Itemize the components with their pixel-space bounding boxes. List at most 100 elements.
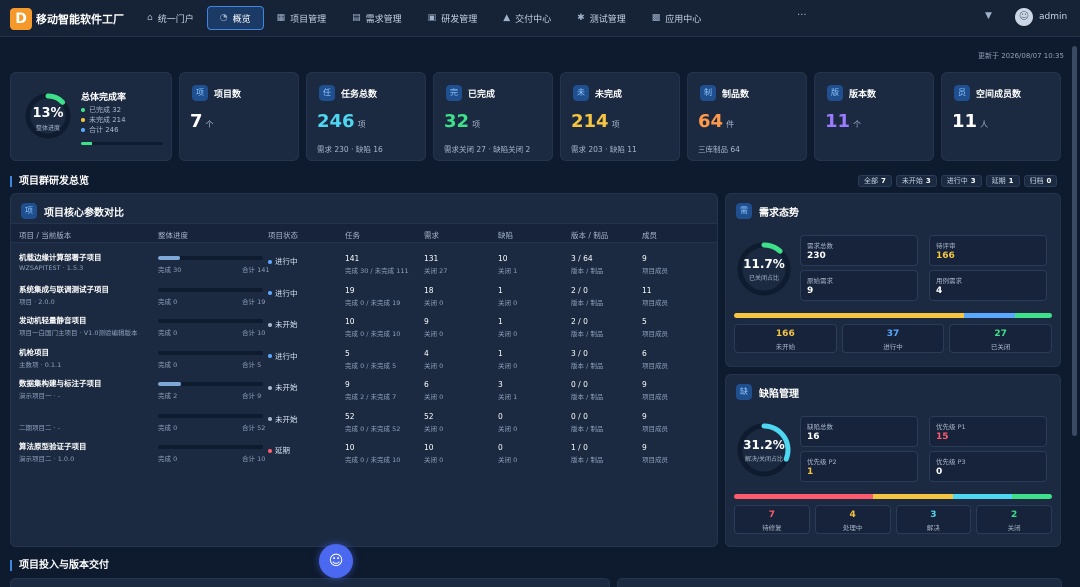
demand-percent: 11.7% bbox=[743, 257, 785, 271]
table-header-cell-3: 任务 bbox=[345, 231, 360, 240]
row-mem-sub: 项目成员 bbox=[642, 267, 668, 275]
nav-item-1[interactable]: ◔ 概览 bbox=[206, 6, 264, 30]
row-task-value: 19 bbox=[345, 285, 355, 295]
table-row[interactable]: 机载边缘计算部署子项目 WZSAPITEST · 1.5.3 完成 30 合计 141… bbox=[11, 247, 717, 278]
row-progress-bar bbox=[158, 350, 263, 355]
table-row[interactable]: 发动机轻量静音项目 项目一白国门主项目 · V1.0测验编辑版本 完成 0 合计 10… bbox=[11, 310, 717, 341]
stat-sub: 三库制品 64 bbox=[698, 145, 740, 154]
row-progress-bar bbox=[158, 319, 263, 323]
demand-bar-segment bbox=[963, 313, 1015, 318]
stat-badge-icon: 员 bbox=[954, 85, 970, 101]
status-dot-icon bbox=[268, 354, 272, 358]
filter-1[interactable]: 未开始 3 bbox=[895, 175, 937, 187]
project-name[interactable]: 数据集构建与标注子项目 bbox=[19, 378, 102, 389]
row-total-count: 合计 10 bbox=[242, 329, 266, 337]
row-progress-fill bbox=[158, 382, 182, 386]
more-nav-icon[interactable]: ··· bbox=[797, 10, 807, 21]
defect-panel-title: 缺缺陷管理 bbox=[736, 384, 799, 400]
table-header-cell-2: 项目状态 bbox=[268, 231, 298, 240]
stat-value: 214 bbox=[571, 111, 609, 132]
table-row[interactable]: 算法原型验证子项目 演示项目二 · 1.0.0 完成 0 合计 10 延期 10 完成 0 … bbox=[11, 436, 717, 467]
table-row[interactable]: 二期项目二 · - 完成 0 合计 52 未开始 52 完成 0 / 未完成 52 52 关闭… bbox=[11, 405, 717, 436]
demand-stat-label: 待评审 bbox=[936, 242, 956, 250]
page-scrollbar[interactable] bbox=[1072, 46, 1077, 436]
table-row[interactable]: 机枪项目 主数项 · 0.1.1 完成 0 合计 5 进行中 5 完成 0 / 未完成 5 4… bbox=[11, 342, 717, 373]
demand-stat-box-3: 用例需求 4 bbox=[929, 270, 1047, 301]
table-header-cell-0: 项目 / 当前版本 bbox=[19, 231, 72, 240]
defect-tile-value: 2 bbox=[1010, 510, 1018, 520]
nav-item-6[interactable]: ✱ 测试管理 bbox=[564, 6, 639, 30]
row-task-sub: 完成 30 / 未完成 111 bbox=[345, 267, 409, 275]
project-name[interactable]: 机枪项目 bbox=[19, 347, 49, 358]
row-done-count: 完成 0 bbox=[158, 360, 178, 369]
project-version: 主数项 · 0.1.1 bbox=[19, 360, 62, 369]
row-req-sub: 关闭 0 bbox=[424, 330, 444, 338]
project-version: 演示项目一 · - bbox=[19, 392, 61, 400]
project-name[interactable]: 系统集成与联调测试子项目 bbox=[19, 284, 109, 295]
project-name[interactable]: 机载边缘计算部署子项目 bbox=[19, 252, 102, 263]
status-filters: 全部 7 未开始 3 进行中 3 延期 1 归档 0 bbox=[858, 175, 1058, 187]
filter-3[interactable]: 延期 1 bbox=[985, 175, 1020, 187]
table-row[interactable]: 数据集构建与标注子项目 演示项目一 · - 完成 2 合计 9 未开始 9 完成 2 / 未… bbox=[11, 373, 717, 404]
row-task-value: 52 bbox=[345, 411, 355, 421]
row-task-sub: 完成 0 / 未完成 5 bbox=[345, 361, 397, 370]
app-logo[interactable]: D bbox=[10, 8, 32, 30]
delivery-panel-right bbox=[617, 578, 1062, 587]
defect-ring-label: 解决/关闭占比 bbox=[744, 456, 784, 463]
defect-bar-segment bbox=[734, 494, 874, 499]
defect-stat-value: 0 bbox=[936, 467, 943, 477]
defect-title: 缺陷管理 bbox=[759, 388, 799, 400]
row-status-label: 未开始 bbox=[275, 383, 298, 392]
row-bug-value: 0 bbox=[498, 411, 503, 421]
stat-badge-icon: 完 bbox=[446, 85, 462, 101]
filter-2[interactable]: 进行中 3 bbox=[940, 175, 982, 187]
row-progress-bar bbox=[158, 256, 263, 260]
nav-item-3[interactable]: ▤ 需求管理 bbox=[339, 6, 415, 30]
project-name[interactable]: 算法原型验证子项目 bbox=[19, 441, 87, 452]
row-mem-value: 9 bbox=[642, 411, 647, 421]
assistant-button[interactable]: ☺ bbox=[319, 544, 353, 578]
table-row[interactable]: 系统集成与联调测试子项目 项目 · 2.0.0 完成 0 合计 19 进行中 19 完成 0… bbox=[11, 279, 717, 310]
filter-count: 3 bbox=[970, 177, 976, 185]
nav-item-7[interactable]: ▩ 应用中心 bbox=[639, 6, 715, 30]
chevron-down-icon[interactable]: ▼ bbox=[985, 11, 992, 21]
nav-item-0[interactable]: ⌂ 统一门户 bbox=[134, 6, 207, 30]
defect-tile-label: 关闭 bbox=[1007, 524, 1021, 532]
stat-title: 未完成 bbox=[595, 90, 623, 100]
project-badge-icon: 项 bbox=[21, 203, 37, 219]
overall-percent: 13% bbox=[32, 106, 64, 121]
overall-legend: 已完成 32 未完成 214 合计 246 bbox=[81, 105, 126, 135]
stat-card-5: 版版本数 11 个 bbox=[814, 72, 934, 161]
demand-tile-value: 27 bbox=[994, 329, 1007, 339]
project-name[interactable]: 发动机轻量静音项目 bbox=[19, 315, 87, 326]
dashboard-icon: ◔ bbox=[219, 13, 228, 23]
nav-item-5[interactable]: ▲ 交付中心 bbox=[490, 6, 564, 30]
status-dot-icon bbox=[268, 291, 272, 295]
row-mem-value: 11 bbox=[642, 285, 652, 295]
nav-item-4[interactable]: ▣ 研发管理 bbox=[415, 6, 491, 30]
row-bug-sub: 关闭 0 bbox=[498, 424, 518, 433]
user-menu[interactable]: ☺ admin bbox=[1015, 8, 1067, 26]
user-name[interactable]: admin bbox=[1039, 12, 1067, 22]
legend-dot bbox=[81, 118, 85, 122]
row-ver-value: 1 / 0 bbox=[571, 443, 588, 452]
row-task-sub: 完成 2 / 未完成 7 bbox=[345, 393, 397, 401]
legend-dot bbox=[81, 128, 85, 132]
overall-progress-bar bbox=[81, 142, 163, 145]
row-req-value: 9 bbox=[424, 317, 429, 326]
filter-0[interactable]: 全部 7 bbox=[858, 175, 892, 187]
row-req-value: 18 bbox=[424, 285, 434, 295]
stat-value: 246 bbox=[317, 111, 355, 132]
stat-card-6: 员空间成员数 11 人 bbox=[941, 72, 1061, 161]
avatar-icon[interactable]: ☺ bbox=[1015, 8, 1033, 26]
demand-bar-segment bbox=[1014, 313, 1052, 318]
defect-panel: 缺缺陷管理 31.2% 解决/关闭占比 缺陷总数 16 优先级 P1 15 优先级 P2 1 优先… bbox=[725, 374, 1061, 547]
row-mem-sub: 项目成员 bbox=[642, 393, 668, 401]
demand-stat-label: 原始需求 bbox=[807, 277, 833, 285]
filter-4[interactable]: 归档 0 bbox=[1023, 175, 1058, 187]
row-done-count: 完成 2 bbox=[158, 392, 178, 400]
status-dot-icon bbox=[268, 259, 272, 264]
nav-item-2[interactable]: ▦ 项目管理 bbox=[264, 6, 340, 30]
defect-stat-label: 优先级 P2 bbox=[807, 458, 837, 466]
stat-unit: 个 bbox=[205, 120, 214, 129]
